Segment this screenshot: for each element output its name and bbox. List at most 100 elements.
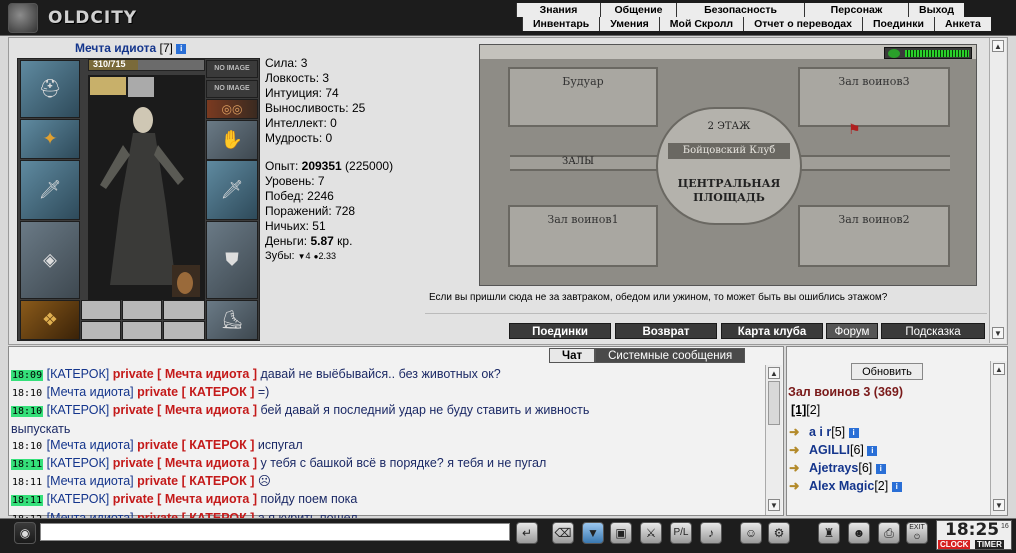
- submenu-transfer-report[interactable]: Отчет о переводах: [743, 17, 862, 31]
- pants-slot[interactable]: ⛊: [206, 221, 258, 299]
- exit-icon[interactable]: EXIT ⏻: [906, 522, 928, 544]
- no-image-slot-1[interactable]: NO IMAGE: [206, 60, 258, 78]
- boots-slot[interactable]: ⛸: [206, 300, 258, 340]
- weapon-slot[interactable]: 🗡: [20, 160, 80, 220]
- user-head-icon[interactable]: ◉: [14, 522, 36, 544]
- sub-menu: Инвентарь Умения Мой Скролл Отчет о пере…: [522, 17, 1016, 31]
- gloves-slot[interactable]: ✋: [206, 120, 258, 160]
- menu-exit[interactable]: Выход: [908, 3, 964, 17]
- translit-icon[interactable]: P/L: [670, 522, 692, 544]
- hint-button[interactable]: Подсказка: [881, 323, 985, 339]
- chat-private-tag[interactable]: private [ КАТЕРОК ]: [137, 385, 254, 399]
- chat-nick[interactable]: [Мечта идиота]: [47, 385, 134, 399]
- empty-slot-3[interactable]: [163, 300, 205, 320]
- earrings-slot[interactable]: ✦: [20, 119, 80, 159]
- submenu-skills[interactable]: Умения: [599, 17, 659, 31]
- room-hall2[interactable]: Зал воинов2: [798, 205, 950, 267]
- tab-chat[interactable]: Чат: [549, 348, 596, 363]
- empty-slot-4[interactable]: [81, 321, 121, 340]
- room-user[interactable]: ➜ Ajetrays[6] i: [789, 460, 886, 475]
- armor-slot[interactable]: ◈: [20, 221, 80, 299]
- refresh-button[interactable]: Обновить: [851, 363, 923, 380]
- settings-icon[interactable]: ⚙: [768, 522, 790, 544]
- rings-slot[interactable]: ◎◎: [206, 99, 258, 119]
- chat-nick[interactable]: [КАТЕРОК]: [47, 367, 110, 381]
- send-icon[interactable]: ↵: [516, 522, 538, 544]
- room-user[interactable]: ➜ a i r[5] i: [789, 424, 859, 439]
- chat-nick[interactable]: [КАТЕРОК]: [47, 403, 110, 417]
- chat-private-tag[interactable]: private [ КАТЕРОК ]: [137, 438, 254, 452]
- user-arrow-icon: ➜: [789, 461, 800, 475]
- room-scrollbar[interactable]: ▲ ▼: [990, 361, 1007, 515]
- no-image-slot-2[interactable]: NO IMAGE: [206, 80, 258, 98]
- empty-slot-2[interactable]: [122, 300, 162, 320]
- room-user[interactable]: ➜ AGILLI[6] i: [789, 442, 878, 457]
- timer-label[interactable]: TIMER: [975, 540, 1004, 549]
- chat-private-tag[interactable]: private [ Мечта идиота ]: [113, 403, 257, 417]
- info-icon[interactable]: i: [176, 43, 187, 54]
- chat-scrollbar[interactable]: ▲ ▼: [765, 365, 782, 515]
- map-club-button[interactable]: Бойцовский Клуб: [668, 143, 790, 159]
- back-button[interactable]: Возврат: [615, 323, 717, 339]
- chat-input[interactable]: [40, 523, 510, 541]
- chat-nick[interactable]: [Мечта идиота]: [47, 474, 134, 488]
- fights-button[interactable]: Поединки: [509, 323, 611, 339]
- room-hall1[interactable]: Зал воинов1: [508, 205, 658, 267]
- belt-slot[interactable]: ❖: [20, 300, 80, 340]
- menu-character[interactable]: Персонаж: [804, 3, 908, 17]
- refresh-map-icon[interactable]: [888, 49, 900, 58]
- bag-icon[interactable]: ♜: [818, 522, 840, 544]
- chat-private-tag[interactable]: private [ Мечта идиота ]: [113, 456, 257, 470]
- menu-knowledge[interactable]: Знания: [516, 3, 600, 17]
- fight-icon[interactable]: ⚔: [640, 522, 662, 544]
- submenu-my-scroll[interactable]: Мой Скролл: [658, 17, 744, 31]
- chat-private-tag[interactable]: private [ Мечта идиота ]: [113, 367, 257, 381]
- chat-private-tag[interactable]: private [ Мечта идиота ]: [113, 492, 257, 506]
- chat-scroll-up-icon[interactable]: ▲: [768, 367, 780, 379]
- room-scroll-down-icon[interactable]: ▼: [993, 499, 1005, 511]
- empty-slot-1[interactable]: [81, 300, 121, 320]
- scroll-down-icon[interactable]: ▼: [992, 327, 1004, 339]
- filter-icon[interactable]: ▼: [582, 522, 604, 544]
- chat-nick[interactable]: [КАТЕРОК]: [47, 456, 110, 470]
- character-name[interactable]: Мечта идиота [7] i: [75, 41, 187, 55]
- empty-slot-5[interactable]: [122, 321, 162, 340]
- menu-security[interactable]: Безопасность: [676, 3, 804, 17]
- offhand-slot[interactable]: 🗡: [206, 160, 258, 220]
- monitor-icon[interactable]: ▣: [610, 522, 632, 544]
- room-panel: Обновить Зал воинов 3 (369) [1][2] ➜ a i …: [786, 346, 1008, 516]
- submenu-profile[interactable]: Анкета: [933, 17, 991, 31]
- user-info-icon[interactable]: i: [875, 463, 886, 474]
- printer-icon[interactable]: ⎙: [878, 522, 900, 544]
- room-user[interactable]: ➜ Alex Magic[2] i: [789, 478, 902, 493]
- forum-button[interactable]: Форум: [826, 323, 878, 339]
- room-boudoir[interactable]: Будуар: [508, 67, 658, 127]
- chat-nick[interactable]: [КАТЕРОК]: [47, 492, 110, 506]
- user-info-icon[interactable]: i: [891, 481, 902, 492]
- submenu-fights[interactable]: Поединки: [861, 17, 934, 31]
- user-info-icon[interactable]: i: [867, 445, 878, 456]
- clock-label[interactable]: CLOCK: [938, 540, 971, 549]
- smiley-icon[interactable]: ☺: [740, 522, 762, 544]
- sound-icon[interactable]: ♪: [700, 522, 722, 544]
- room-scroll-up-icon[interactable]: ▲: [993, 363, 1005, 375]
- friends-icon[interactable]: ☻: [848, 522, 870, 544]
- chat-scroll-thumb[interactable]: [768, 381, 780, 425]
- chat-nick[interactable]: [Мечта идиота]: [47, 438, 134, 452]
- submenu-inventory[interactable]: Инвентарь: [522, 17, 600, 31]
- page-2[interactable]: [2]: [806, 403, 820, 417]
- clear-chat-icon[interactable]: ⌫: [552, 522, 574, 544]
- helmet-slot[interactable]: ⛑: [20, 60, 80, 118]
- chat-scroll-down-icon[interactable]: ▼: [768, 499, 780, 511]
- empty-slot-6[interactable]: [163, 321, 205, 340]
- chat-private-tag[interactable]: private [ КАТЕРОК ]: [137, 474, 254, 488]
- menu-social[interactable]: Общение: [600, 3, 676, 17]
- room-hall3[interactable]: Зал воинов3: [798, 67, 950, 127]
- page-current[interactable]: [1]: [791, 403, 806, 417]
- user-info-icon[interactable]: i: [848, 427, 859, 438]
- scroll-up-icon[interactable]: ▲: [992, 40, 1004, 52]
- tab-system-messages[interactable]: Системные сообщения: [595, 348, 746, 363]
- main-scrollbar[interactable]: ▲ ▼: [989, 38, 1006, 343]
- character-name-text[interactable]: Мечта идиота: [75, 41, 156, 55]
- club-map-button[interactable]: Карта клуба: [721, 323, 823, 339]
